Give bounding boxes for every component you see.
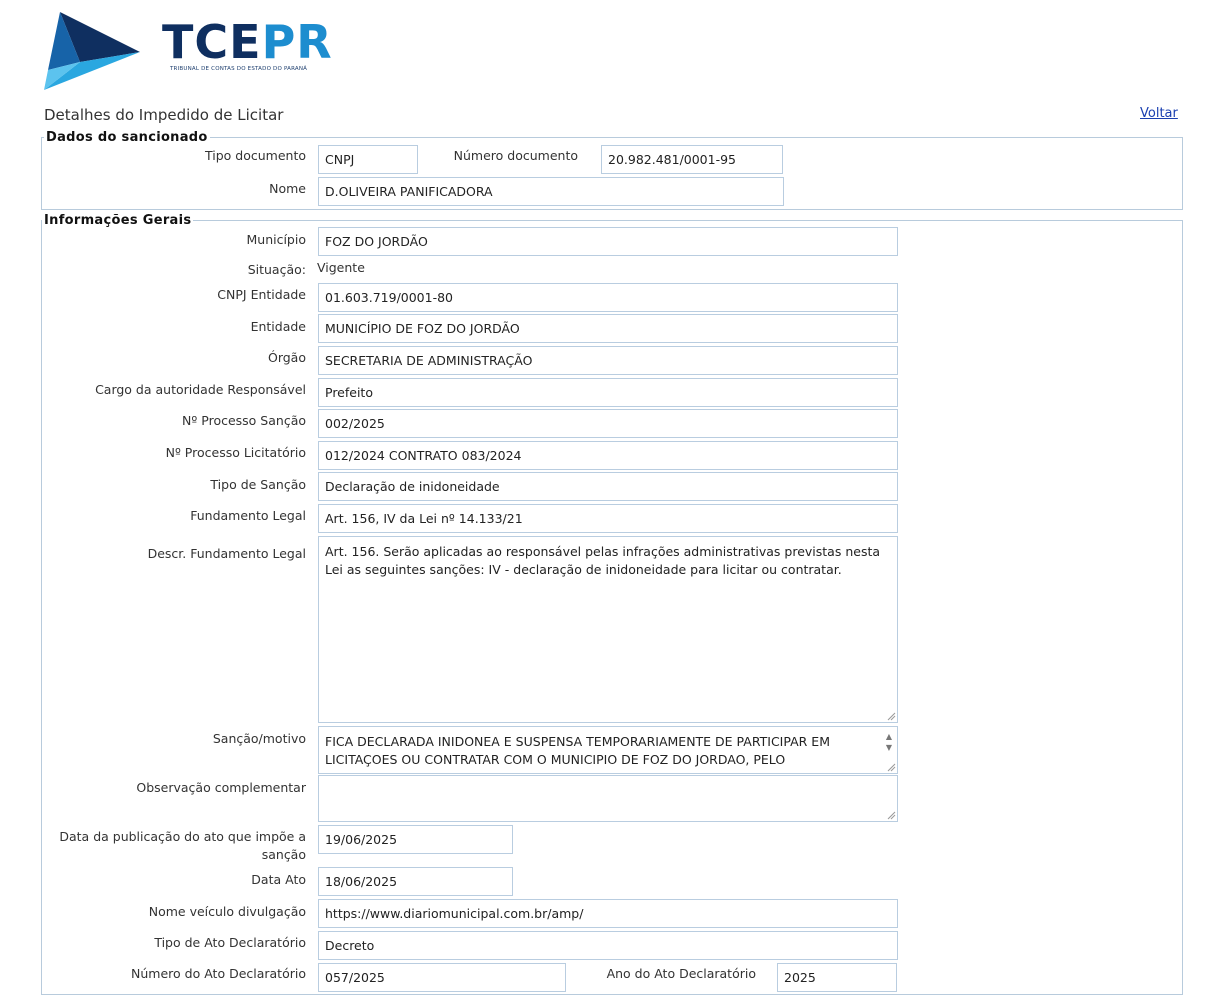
- data-ato-label: Data Ato: [251, 872, 306, 887]
- data-ato-field: 18/06/2025: [318, 867, 513, 896]
- processo-sancao-field: 002/2025: [318, 409, 898, 438]
- municipio-label: Município: [246, 232, 306, 247]
- numero-ato-label: Número do Ato Declaratório: [131, 966, 306, 981]
- scroll-up-icon[interactable]: ▲: [883, 731, 895, 742]
- sancao-motivo-text: FICA DECLARADA INIDONEA E SUSPENSA TEMPO…: [325, 734, 830, 767]
- cargo-field: Prefeito: [318, 378, 898, 407]
- observacao-label: Observação complementar: [136, 780, 306, 795]
- nome-label: Nome: [269, 181, 306, 196]
- descr-fundamento-label: Descr. Fundamento Legal: [147, 546, 306, 561]
- numero-documento-label: Número documento: [453, 148, 578, 163]
- veiculo-field: https://www.diariomunicipal.com.br/amp/: [318, 899, 898, 928]
- brand-name-tce: TCE: [162, 15, 262, 69]
- tipo-sancao-label: Tipo de Sanção: [210, 477, 306, 492]
- brand-subtitle: TRIBUNAL DE CONTAS DO ESTADO DO PARANÁ: [170, 66, 308, 72]
- situacao-label: Situação:: [247, 262, 306, 277]
- cargo-label: Cargo da autoridade Responsável: [95, 382, 306, 397]
- fundamento-legal-label: Fundamento Legal: [190, 508, 306, 523]
- dados-sancionado-legend: Dados do sancionado: [46, 130, 208, 145]
- processo-licitatorio-field: 012/2024 CONTRATO 083/2024: [318, 441, 898, 470]
- tipo-documento-label: Tipo documento: [205, 148, 306, 163]
- back-link[interactable]: Voltar: [1140, 106, 1178, 121]
- descr-fundamento-text: Art. 156. Serão aplicadas ao responsável…: [325, 544, 881, 577]
- data-publicacao-field: 19/06/2025: [318, 825, 513, 854]
- descr-fundamento-textarea[interactable]: Art. 156. Serão aplicadas ao responsável…: [318, 536, 898, 723]
- sancao-motivo-label: Sanção/motivo: [212, 731, 306, 746]
- entidade-field: MUNICÍPIO DE FOZ DO JORDÃO: [318, 314, 898, 343]
- municipio-field: FOZ DO JORDÃO: [318, 227, 898, 256]
- veiculo-label: Nome veículo divulgação: [148, 904, 306, 919]
- situacao-value: Vigente: [317, 260, 365, 275]
- brand-name-pr: PR: [261, 15, 333, 69]
- numero-documento-field: 20.982.481/0001-95: [601, 145, 783, 174]
- nome-field: D.OLIVEIRA PANIFICADORA: [318, 177, 784, 206]
- scroll-down-icon[interactable]: ▼: [883, 742, 895, 753]
- entidade-label: Entidade: [250, 319, 306, 334]
- resize-grip-icon[interactable]: [886, 762, 896, 772]
- tipo-ato-label: Tipo de Ato Declaratório: [154, 935, 306, 950]
- orgao-field: SECRETARIA DE ADMINISTRAÇÃO: [318, 346, 898, 375]
- processo-sancao-label: Nº Processo Sanção: [182, 413, 306, 428]
- resize-grip-icon[interactable]: [886, 810, 896, 820]
- cnpj-entidade-field: 01.603.719/0001-80: [318, 283, 898, 312]
- brand-name: TCEPR: [162, 14, 333, 70]
- tipo-sancao-field: Declaração de inidoneidade: [318, 472, 898, 501]
- informacoes-gerais-legend: Informações Gerais: [44, 213, 192, 228]
- ano-ato-label: Ano do Ato Declaratório: [606, 966, 756, 981]
- sancao-motivo-textarea[interactable]: FICA DECLARADA INIDONEA E SUSPENSA TEMPO…: [318, 726, 898, 774]
- observacao-textarea[interactable]: [318, 775, 898, 822]
- resize-grip-icon[interactable]: [886, 711, 896, 721]
- orgao-label: Órgão: [267, 350, 306, 365]
- tipo-documento-field: CNPJ: [318, 145, 418, 174]
- cnpj-entidade-label: CNPJ Entidade: [217, 287, 306, 302]
- processo-licitatorio-label: Nº Processo Licitatório: [165, 445, 306, 460]
- page-title: Detalhes do Impedido de Licitar: [44, 106, 284, 124]
- data-publicacao-label: Data da publicação do ato que impõe a sa…: [59, 829, 306, 862]
- fundamento-legal-field: Art. 156, IV da Lei nº 14.133/21: [318, 504, 898, 533]
- tipo-ato-field: Decreto: [318, 931, 898, 960]
